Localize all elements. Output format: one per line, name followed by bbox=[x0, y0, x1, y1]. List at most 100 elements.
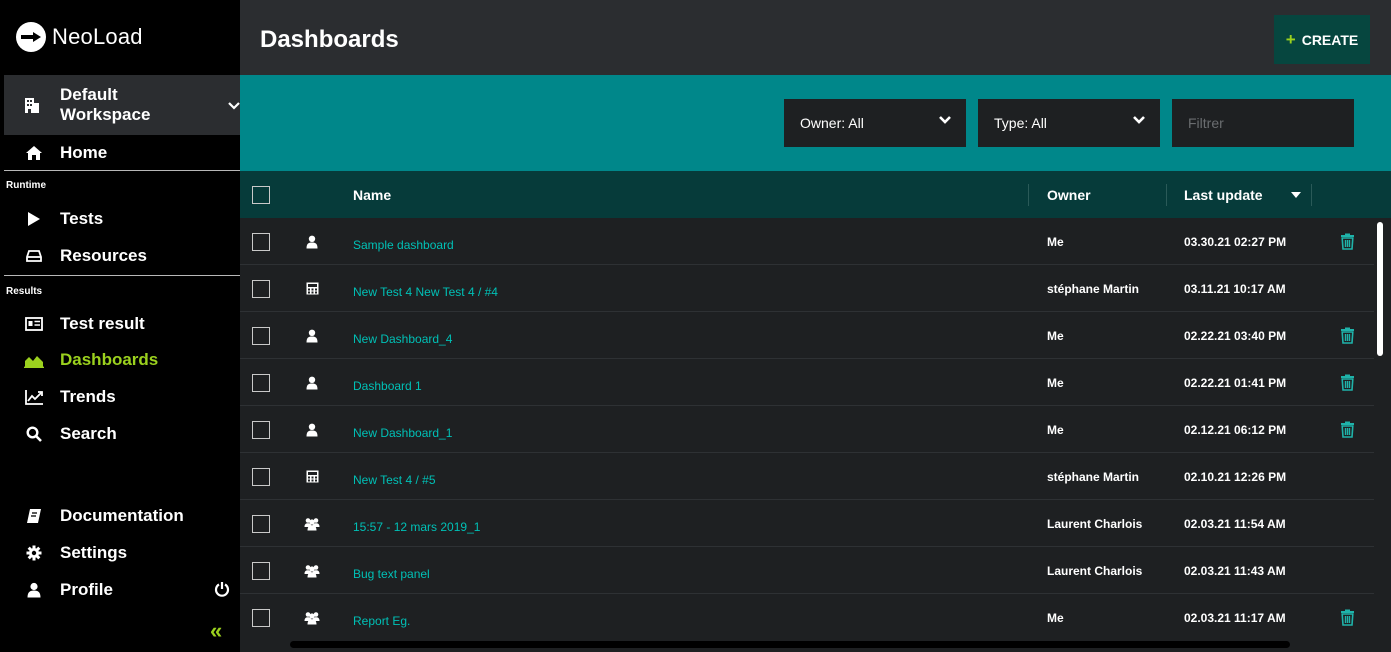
dashboard-name-link[interactable]: Dashboard 1 bbox=[353, 362, 422, 409]
sidebar-item-resources[interactable]: Resources bbox=[4, 238, 240, 274]
home-icon bbox=[24, 143, 44, 163]
checkbox[interactable] bbox=[252, 326, 270, 345]
checkbox[interactable] bbox=[252, 232, 270, 251]
table-row[interactable]: New Dashboard_1 Me 02.12.21 06:12 PM bbox=[240, 406, 1374, 453]
table-row[interactable]: New Test 4 / #5 stéphane Martin 02.10.21 1… bbox=[240, 453, 1374, 500]
dashboard-name-link[interactable]: 15:57 - 12 mars 2019_1 bbox=[353, 503, 480, 550]
row-checkbox-cell[interactable] bbox=[252, 265, 270, 312]
last-update-cell: 03.11.21 10:17 AM bbox=[1184, 281, 1286, 296]
table-header: Name Owner Last update bbox=[240, 171, 1391, 218]
divider bbox=[4, 275, 240, 276]
power-icon[interactable] bbox=[212, 581, 232, 601]
dashboard-name-link[interactable]: Bug text panel bbox=[353, 550, 430, 597]
column-divider bbox=[1028, 184, 1029, 206]
table-row[interactable]: 15:57 - 12 mars 2019_1 Laurent Charlois 02… bbox=[240, 500, 1374, 547]
checkbox[interactable] bbox=[252, 420, 270, 439]
collapse-sidebar-icon[interactable]: « bbox=[210, 618, 222, 644]
owner-cell: Laurent Charlois bbox=[1047, 516, 1143, 531]
sidebar-item-settings[interactable]: Settings bbox=[4, 535, 240, 571]
play-icon bbox=[24, 209, 44, 229]
dashboard-name-link[interactable]: Sample dashboard bbox=[353, 221, 454, 268]
sidebar-item-label: Profile bbox=[60, 580, 113, 599]
last-update-cell: 02.12.21 06:12 PM bbox=[1184, 422, 1287, 437]
checkbox[interactable] bbox=[252, 467, 270, 486]
row-checkbox-cell[interactable] bbox=[252, 218, 270, 265]
user-icon bbox=[304, 218, 320, 265]
horizontal-scrollbar[interactable] bbox=[290, 641, 1290, 648]
sidebar-item-label: Documentation bbox=[60, 506, 184, 525]
sidebar-item-label: Tests bbox=[60, 209, 104, 228]
sidebar-item-tests[interactable]: Tests bbox=[4, 201, 240, 237]
sidebar-item-home[interactable]: Home bbox=[4, 135, 240, 171]
checkbox[interactable] bbox=[252, 279, 270, 298]
trash-icon[interactable] bbox=[1337, 359, 1357, 406]
dashboard-name-link[interactable]: New Dashboard_4 bbox=[353, 315, 452, 362]
logo[interactable]: NeoLoad bbox=[16, 22, 143, 52]
column-divider bbox=[1311, 184, 1312, 206]
filter-bar: Owner: All Type: All Filtrer bbox=[240, 75, 1391, 171]
row-checkbox-cell[interactable] bbox=[252, 359, 270, 406]
table-row[interactable]: Report Eg. Me 02.03.21 11:17 AM bbox=[240, 594, 1374, 638]
trash-icon[interactable] bbox=[1337, 594, 1357, 638]
sidebar-item-test-result[interactable]: Test result bbox=[4, 306, 240, 342]
table-row[interactable]: Sample dashboard Me 03.30.21 02:27 PM bbox=[240, 218, 1374, 265]
row-checkbox-cell[interactable] bbox=[252, 594, 270, 638]
column-header-last-update[interactable]: Last update bbox=[1184, 171, 1301, 218]
section-label-runtime: Runtime bbox=[6, 180, 46, 191]
user-icon bbox=[304, 312, 320, 359]
workspace-selector[interactable]: Default Workspace bbox=[4, 75, 240, 135]
sidebar-item-dashboards[interactable]: Dashboards bbox=[4, 342, 244, 378]
sidebar-item-trends[interactable]: Trends bbox=[4, 379, 240, 415]
table-row[interactable]: Dashboard 1 Me 02.22.21 01:41 PM bbox=[240, 359, 1374, 406]
sidebar-item-profile[interactable]: Profile bbox=[4, 572, 240, 608]
sidebar-item-documentation[interactable]: Documentation bbox=[4, 498, 240, 534]
owner-select-value: Owner: All bbox=[800, 115, 864, 131]
trash-icon[interactable] bbox=[1337, 312, 1357, 359]
row-checkbox-cell[interactable] bbox=[252, 312, 270, 359]
owner-cell: stéphane Martin bbox=[1047, 281, 1140, 296]
column-header-name[interactable]: Name bbox=[353, 171, 391, 218]
trash-icon[interactable] bbox=[1337, 218, 1357, 265]
owner-cell: Laurent Charlois bbox=[1047, 563, 1143, 578]
calculator-icon bbox=[304, 265, 320, 312]
chevron-down-icon bbox=[228, 98, 240, 113]
dashboard-name-link[interactable]: New Test 4 New Test 4 / #4 bbox=[353, 268, 498, 315]
type-select[interactable]: Type: All bbox=[978, 99, 1160, 147]
section-label-results: Results bbox=[6, 286, 43, 297]
create-button[interactable]: + CREATE bbox=[1274, 15, 1370, 64]
trash-icon[interactable] bbox=[1337, 406, 1357, 453]
checkbox[interactable] bbox=[252, 514, 270, 533]
table-row[interactable]: New Dashboard_4 Me 02.22.21 03:40 PM bbox=[240, 312, 1374, 359]
checkbox[interactable] bbox=[252, 185, 270, 204]
column-header-owner[interactable]: Owner bbox=[1047, 171, 1091, 218]
vertical-scrollbar[interactable] bbox=[1377, 222, 1383, 356]
sidebar-item-label: Search bbox=[60, 424, 117, 443]
select-all-checkbox[interactable] bbox=[252, 171, 270, 218]
table-row[interactable]: New Test 4 New Test 4 / #4 stéphane Marti… bbox=[240, 265, 1374, 312]
row-checkbox-cell[interactable] bbox=[252, 547, 270, 594]
checkbox[interactable] bbox=[252, 608, 270, 627]
row-checkbox-cell[interactable] bbox=[252, 453, 270, 500]
last-update-cell: 02.10.21 12:26 PM bbox=[1184, 469, 1287, 484]
dashboard-name-link[interactable]: New Dashboard_1 bbox=[353, 409, 452, 456]
sort-desc-icon bbox=[1290, 191, 1301, 198]
row-checkbox-cell[interactable] bbox=[252, 500, 270, 547]
checkbox[interactable] bbox=[252, 561, 270, 580]
plus-icon: + bbox=[1285, 29, 1296, 49]
sidebar-item-search[interactable]: Search bbox=[4, 416, 240, 452]
table-row[interactable]: Bug text panel Laurent Charlois 02.03.21 1… bbox=[240, 547, 1374, 594]
owner-select[interactable]: Owner: All bbox=[784, 99, 966, 147]
owner-cell: stéphane Martin bbox=[1047, 469, 1140, 484]
last-update-cell: 03.30.21 02:27 PM bbox=[1184, 234, 1287, 249]
column-header-label: Last update bbox=[1184, 186, 1263, 203]
row-checkbox-cell[interactable] bbox=[252, 406, 270, 453]
dashboard-name-link[interactable]: Report Eg. bbox=[353, 597, 410, 638]
dashboard-name-link[interactable]: New Test 4 / #5 bbox=[353, 456, 436, 503]
filter-input[interactable]: Filtrer bbox=[1172, 99, 1354, 147]
checkbox[interactable] bbox=[252, 373, 270, 392]
last-update-cell: 02.03.21 11:54 AM bbox=[1184, 516, 1286, 531]
report-icon bbox=[24, 314, 44, 334]
calculator-icon bbox=[304, 453, 320, 500]
users-icon bbox=[304, 547, 320, 594]
create-button-label: CREATE bbox=[1301, 31, 1359, 48]
